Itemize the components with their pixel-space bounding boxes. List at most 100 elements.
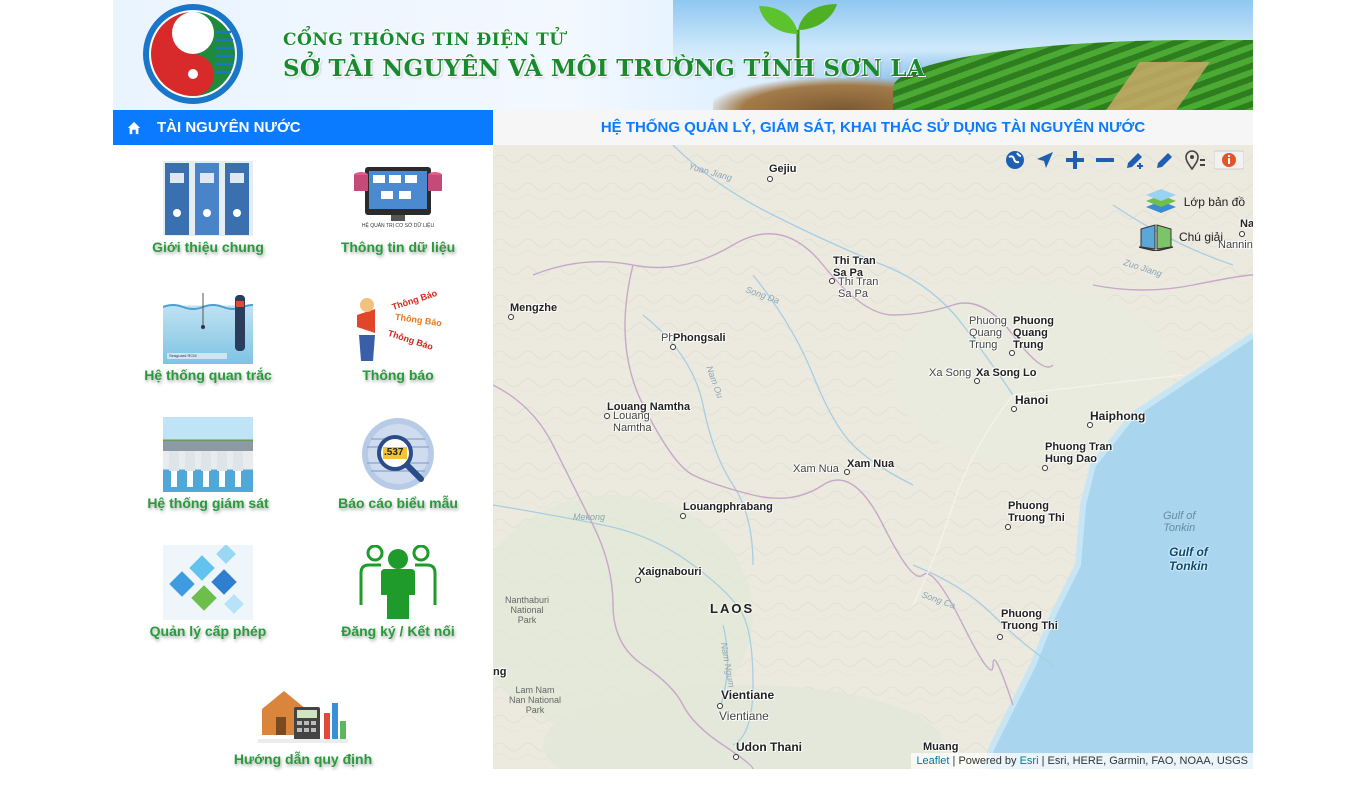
zoom-out-icon[interactable] — [1093, 149, 1117, 171]
zoom-in-icon[interactable] — [1063, 149, 1087, 171]
legend-button[interactable]: Chú giải — [1138, 223, 1223, 251]
magnifier-icon: .537 — [353, 417, 443, 492]
place-label: Gejiu — [769, 163, 797, 175]
layer-control-button[interactable]: Lớp bản đồ — [1144, 189, 1245, 215]
place-label: Xa Song — [929, 367, 972, 379]
globe-icon[interactable] — [1003, 149, 1027, 171]
menu-item-licensing[interactable]: Quản lý cấp phép — [113, 545, 303, 639]
place-marker[interactable] — [717, 703, 723, 709]
menu-item-notice[interactable]: Thông Báo Thông Báo Thông Báo Thông báo — [303, 289, 493, 383]
menu-item-label: Hướng dẫn quy định — [233, 751, 373, 767]
water-label: Gulf of Tonkin — [1169, 545, 1208, 573]
menu-item-register[interactable]: Đăng ký / Kết nối — [303, 545, 493, 639]
place-marker[interactable] — [844, 469, 850, 475]
menu-item-label: Báo cáo biểu mẫu — [338, 495, 458, 511]
thumb-caption: .537 — [384, 447, 404, 458]
place-marker[interactable] — [508, 314, 514, 320]
menu-item-monitoring[interactable]: Seaguard RCM Hệ thống quan trắc — [113, 289, 303, 383]
home-icon[interactable] — [127, 121, 141, 135]
place-label: Nanning — [1218, 239, 1253, 251]
banner-portal-title: CỔNG THÔNG TIN ĐIỆN TỬ — [283, 30, 565, 50]
place-marker[interactable] — [1239, 231, 1245, 237]
menu-item-label: Quản lý cấp phép — [149, 623, 267, 639]
map-book-icon — [1138, 224, 1173, 251]
locate-icon[interactable] — [1033, 149, 1057, 171]
place-marker[interactable] — [974, 378, 980, 384]
place-marker[interactable] — [997, 634, 1003, 640]
place-label: Thi Tran Sa Pa — [838, 276, 879, 300]
water-label: Gulf of Tonkin — [1163, 510, 1196, 534]
site-banner: CỔNG THÔNG TIN ĐIỆN TỬ SỞ TÀI NGUYÊN VÀ … — [113, 0, 1253, 110]
menu-item-reports[interactable]: .537 Báo cáo biểu mẫu — [303, 417, 493, 511]
menu-item-label: Hệ thống quan trắc — [144, 367, 272, 383]
leaflet-link[interactable]: Leaflet — [916, 755, 949, 767]
calculator-house-icon — [258, 673, 348, 748]
place-marker[interactable] — [1042, 465, 1048, 471]
department-logo[interactable] — [123, 2, 263, 106]
database-monitor-icon: HỆ QUẢN TRỊ CƠ SỞ DỮ LIỆU — [353, 161, 443, 236]
section-header: TÀI NGUYÊN NƯỚC — [113, 110, 493, 145]
page: CỔNG THÔNG TIN ĐIỆN TỬ SỞ TÀI NGUYÊN VÀ … — [113, 0, 1253, 770]
place-label: Hanoi — [1015, 393, 1049, 407]
thumb-caption: HỆ QUẢN TRỊ CƠ SỞ DỮ LIỆU — [361, 223, 435, 229]
marker-remove-icon[interactable] — [1183, 149, 1207, 171]
map-header: HỆ THỐNG QUẢN LÝ, GIÁM SÁT, KHAI THÁC SỬ… — [493, 110, 1253, 145]
place-label: Phuong Quang Trung — [1013, 315, 1054, 351]
place-marker[interactable] — [670, 344, 676, 350]
place-label: Phongsali — [673, 332, 726, 344]
binders-icon — [163, 161, 253, 236]
people-icon — [353, 545, 443, 620]
layer-control-label: Lớp bản đồ — [1183, 195, 1245, 209]
layers-icon — [1145, 189, 1176, 213]
legend-label: Chú giải — [1178, 230, 1223, 244]
place-label: Mengzhe — [510, 302, 558, 314]
place-label: Phuong Quang Trung — [969, 315, 1007, 351]
menu-item-data-info[interactable]: HỆ QUẢN TRỊ CƠ SỞ DỮ LIỆU Thông tin dữ l… — [303, 161, 493, 255]
place-marker[interactable] — [1011, 406, 1017, 412]
water-probe-icon: Seaguard RCM — [163, 289, 253, 364]
place-label: Vientiane — [719, 709, 769, 723]
diamonds-icon — [163, 545, 253, 620]
place-label: Udon Thani — [736, 740, 802, 754]
map-viewport[interactable]: Yuan Jiang Song Da Nam Ou Mekong Song Ca… — [493, 145, 1253, 769]
place-marker[interactable] — [1005, 524, 1011, 530]
place-label: Xam Nua — [847, 458, 895, 470]
place-label: Louangphrabang — [683, 501, 773, 513]
place-marker[interactable] — [767, 176, 773, 182]
draw-add-icon[interactable] — [1123, 149, 1147, 171]
place-marker[interactable] — [635, 577, 641, 583]
map-title: HỆ THỐNG QUẢN LÝ, GIÁM SÁT, KHAI THÁC SỬ… — [600, 119, 1146, 136]
info-icon[interactable] — [1213, 149, 1245, 171]
country-label: LAOS — [710, 601, 755, 616]
place-label: Phuong Tran Hung Dao — [1045, 441, 1113, 465]
draw-edit-icon[interactable] — [1153, 149, 1177, 171]
banner-department-title: SỞ TÀI NGUYÊN VÀ MÔI TRƯỜNG TỈNH SƠN LA — [283, 55, 926, 82]
menu-item-supervision[interactable]: Hệ thống giám sát — [113, 417, 303, 511]
place-label: Xa Song Lo — [976, 367, 1037, 379]
place-label: ng — [493, 666, 507, 678]
place-label: Xam Nua — [793, 463, 839, 475]
menu-item-label: Giới thiệu chung — [152, 239, 264, 255]
place-label: Muang — [923, 741, 959, 753]
park-label: Nanthaburi National Park — [504, 595, 550, 625]
place-marker[interactable] — [1087, 422, 1093, 428]
place-label: Phuong Truong Thi — [1008, 500, 1065, 524]
place-label: Haiphong — [1090, 409, 1146, 423]
park-label: Lam Nam Nan National Park — [508, 685, 562, 715]
megaphone-icon: Thông Báo Thông Báo Thông Báo — [353, 289, 443, 364]
map-attribution: Leaflet | Powered by Esri | Esri, HERE, … — [911, 753, 1253, 769]
river-label: Mekong — [573, 512, 606, 522]
place-marker[interactable] — [1009, 350, 1015, 356]
place-marker[interactable] — [604, 413, 610, 419]
menu-item-label: Thông tin dữ liệu — [340, 239, 456, 255]
dam-icon — [163, 417, 253, 492]
menu-item-guidelines[interactable]: Hướng dẫn quy định — [208, 673, 398, 767]
place-label: Na — [1240, 218, 1253, 230]
place-label: Xaignabouri — [638, 566, 702, 578]
esri-link[interactable]: Esri — [1020, 755, 1039, 767]
place-marker[interactable] — [680, 513, 686, 519]
menu-item-intro[interactable]: Giới thiệu chung — [113, 161, 303, 255]
thumb-caption: Seaguard RCM — [169, 353, 197, 358]
place-marker[interactable] — [733, 754, 739, 760]
place-label: Phuong Truong Thi — [1001, 608, 1058, 632]
